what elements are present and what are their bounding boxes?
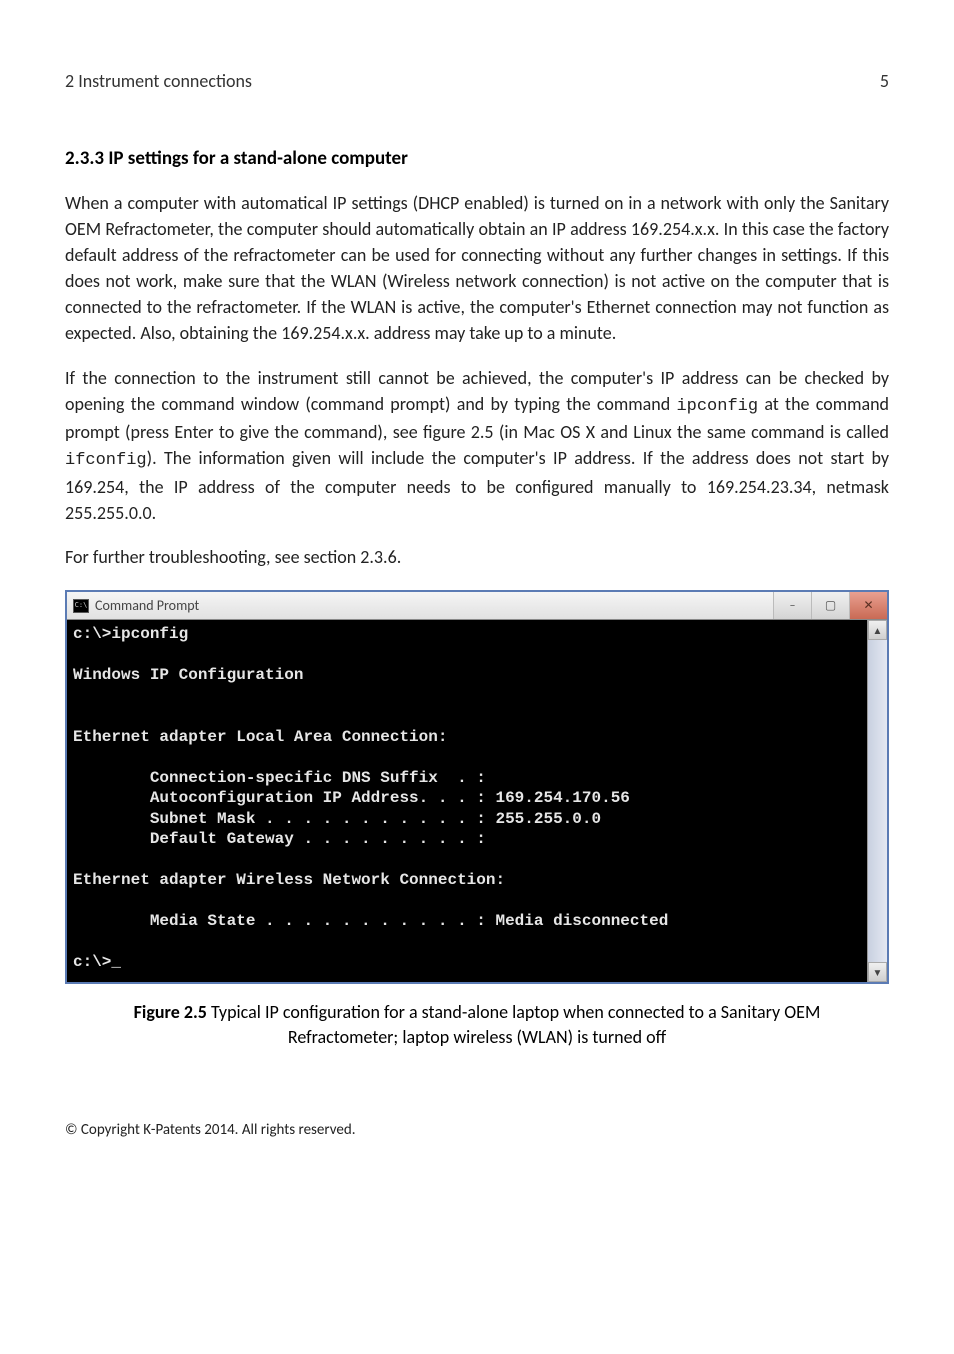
vertical-scrollbar[interactable]: ▲ ▼ — [867, 620, 887, 982]
figure-caption: Figure 2.5 Typical IP configuration for … — [65, 1000, 889, 1050]
paragraph-3: For further troubleshooting, see section… — [65, 544, 889, 570]
command-prompt-window: C:\ Command Prompt – ▢ ✕ c:\>ipconfig Wi… — [65, 590, 889, 984]
scroll-up-icon[interactable]: ▲ — [868, 620, 887, 640]
terminal-output[interactable]: c:\>ipconfig Windows IP Configuration Et… — [67, 620, 867, 982]
page-number: 5 — [880, 70, 889, 92]
close-button[interactable]: ✕ — [849, 592, 887, 619]
maximize-button[interactable]: ▢ — [811, 592, 849, 619]
code-ipconfig: ipconfig — [676, 397, 758, 416]
page-footer: © Copyright K-Patents 2014. All rights r… — [65, 1121, 889, 1139]
minimize-button[interactable]: – — [773, 592, 811, 619]
window-buttons: – ▢ ✕ — [773, 592, 887, 619]
paragraph-1: When a computer with automatical IP sett… — [65, 190, 889, 347]
scroll-down-icon[interactable]: ▼ — [868, 962, 887, 982]
window-titlebar[interactable]: C:\ Command Prompt – ▢ ✕ — [67, 592, 887, 620]
scroll-track[interactable] — [868, 640, 887, 962]
paragraph-2: If the connection to the instrument stil… — [65, 365, 889, 527]
figure-label: Figure 2.5 — [134, 1001, 207, 1023]
page-header: 2 Instrument connections 5 — [65, 70, 889, 92]
p2-part-c: ). The information given will include th… — [65, 447, 889, 524]
code-ifconfig: ifconfig — [65, 451, 147, 470]
chapter-title: 2 Instrument connections — [65, 70, 252, 92]
window-title: Command Prompt — [95, 597, 199, 614]
figure-caption-text: Typical IP configuration for a stand-alo… — [207, 1001, 820, 1048]
window-client-area: c:\>ipconfig Windows IP Configuration Et… — [67, 620, 887, 982]
cmd-icon: C:\ — [73, 599, 89, 613]
section-heading: 2.3.3 IP settings for a stand-alone comp… — [65, 147, 889, 170]
